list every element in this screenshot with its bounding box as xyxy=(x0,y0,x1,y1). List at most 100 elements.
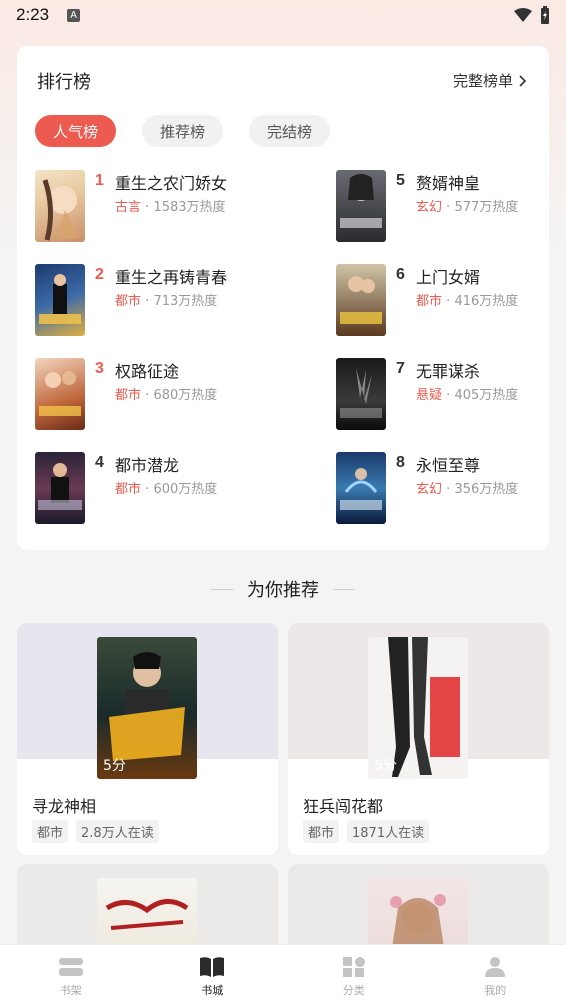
recommend-card[interactable]: 5分 寻龙神相 都市 2.8万人在读 xyxy=(17,623,278,855)
tab-recommended[interactable]: 推荐榜 xyxy=(142,115,224,147)
book-cover xyxy=(336,170,386,242)
rank-number: 2 xyxy=(95,266,104,283)
book-heat: 405万热度 xyxy=(454,388,519,403)
book-heat: 356万热度 xyxy=(454,482,519,497)
book-genre: 悬疑 xyxy=(416,388,443,403)
nav-label: 分类 xyxy=(342,983,365,997)
nav-profile[interactable]: 我的 xyxy=(425,945,566,1008)
book-meta: 都市 · 416万热度 xyxy=(416,290,518,309)
divider xyxy=(333,588,355,590)
ranking-item[interactable]: 1 重生之农门娇女 古言 · 1583万热度 xyxy=(35,170,265,242)
book-cover xyxy=(336,264,386,336)
status-icons xyxy=(514,6,550,24)
book-meta: 都市 · 600万热度 xyxy=(115,478,217,497)
ranking-item[interactable]: 3 权路征途 都市 · 680万热度 xyxy=(35,358,265,430)
status-time: 2:23 xyxy=(16,5,50,24)
book-title: 权路征途 xyxy=(115,362,180,381)
meta-separator: · xyxy=(145,200,150,215)
genre-tag: 都市 xyxy=(32,820,69,843)
recommend-card[interactable] xyxy=(17,864,278,954)
wifi-icon xyxy=(514,8,532,22)
book-title: 重生之再铸青春 xyxy=(115,268,228,287)
ranking-item[interactable]: 7 无罪谋杀 悬疑 · 405万热度 xyxy=(336,358,566,430)
book-score: 5分 xyxy=(103,758,126,774)
recommend-card[interactable]: 5分 狂兵闯花都 都市 1871人在读 xyxy=(288,623,549,855)
book-heat: 680万热度 xyxy=(153,388,218,403)
nav-label: 书架 xyxy=(59,983,82,997)
book-meta: 都市 · 680万热度 xyxy=(115,384,217,403)
recommend-card[interactable] xyxy=(288,864,549,954)
ranking-item[interactable]: 2 重生之再铸青春 都市 · 713万热度 xyxy=(35,264,265,336)
nav-bookshelf[interactable]: 书架 xyxy=(0,945,142,1008)
book-cover xyxy=(97,878,197,954)
book-genre: 古言 xyxy=(115,200,142,215)
recommend-title: 为你推荐 xyxy=(247,580,319,601)
rank-number: 1 xyxy=(95,172,104,189)
book-meta: 玄幻 · 577万热度 xyxy=(416,196,518,215)
book-title: 狂兵闯花都 xyxy=(303,797,384,816)
book-cover xyxy=(368,878,468,954)
book-cover xyxy=(35,452,85,524)
book-title: 赘婿神皇 xyxy=(416,174,481,193)
book-tags: 都市 2.8万人在读 xyxy=(32,820,159,843)
rank-number: 6 xyxy=(396,266,405,283)
book-tags: 都市 1871人在读 xyxy=(303,820,430,843)
full-ranking-label: 完整榜单 xyxy=(452,72,513,90)
ranking-card: 排行榜 完整榜单 人气榜 推荐榜 完结榜 1 重生之农门娇女 古言 · 1583… xyxy=(17,46,549,550)
tab-popular[interactable]: 人气榜 xyxy=(35,115,117,147)
book-meta: 玄幻 · 356万热度 xyxy=(416,478,518,497)
meta-separator: · xyxy=(145,388,150,403)
full-ranking-link[interactable]: 完整榜单 xyxy=(453,70,527,91)
category-grid-icon xyxy=(342,956,365,977)
book-meta: 都市 · 713万热度 xyxy=(115,290,217,309)
nav-bookstore[interactable]: 书城 xyxy=(142,945,284,1008)
rank-number: 7 xyxy=(396,360,405,377)
book-title: 都市潜龙 xyxy=(115,456,180,475)
book-open-icon xyxy=(200,956,225,977)
book-genre: 玄幻 xyxy=(416,200,443,215)
book-cover xyxy=(35,170,85,242)
readers-tag: 2.8万人在读 xyxy=(76,820,159,843)
tab-completed[interactable]: 完结榜 xyxy=(249,115,331,147)
bottom-navigation: 书架 书城 分类 我的 xyxy=(0,944,566,1008)
nav-label: 书城 xyxy=(201,983,224,997)
battery-icon xyxy=(541,6,549,24)
book-meta: 悬疑 · 405万热度 xyxy=(416,384,518,403)
book-cover xyxy=(336,358,386,430)
chevron-right-icon xyxy=(519,74,527,87)
book-cover: 5分 xyxy=(368,637,468,779)
book-heat: 713万热度 xyxy=(153,294,218,309)
status-bar: 2:23 A xyxy=(0,0,566,30)
nav-category[interactable]: 分类 xyxy=(283,945,425,1008)
book-genre: 都市 xyxy=(416,294,443,309)
rank-number: 3 xyxy=(95,360,104,377)
book-title: 寻龙神相 xyxy=(32,797,97,816)
book-meta: 古言 · 1583万热度 xyxy=(115,196,226,215)
book-heat: 1583万热度 xyxy=(153,200,226,215)
readers-tag: 1871人在读 xyxy=(347,820,430,843)
book-cover xyxy=(35,358,85,430)
book-title: 无罪谋杀 xyxy=(416,362,481,381)
ranking-item[interactable]: 4 都市潜龙 都市 · 600万热度 xyxy=(35,452,265,524)
ranking-item[interactable]: 8 永恒至尊 玄幻 · 356万热度 xyxy=(336,452,566,524)
meta-separator: · xyxy=(446,482,451,497)
ranking-item[interactable]: 6 上门女婿 都市 · 416万热度 xyxy=(336,264,566,336)
book-genre: 都市 xyxy=(115,388,142,403)
meta-separator: · xyxy=(446,294,451,309)
nav-label: 我的 xyxy=(484,983,507,997)
meta-separator: · xyxy=(145,482,150,497)
book-title: 上门女婿 xyxy=(416,268,481,287)
meta-separator: · xyxy=(446,200,451,215)
book-cover xyxy=(35,264,85,336)
rank-number: 8 xyxy=(396,454,405,471)
book-genre: 都市 xyxy=(115,482,142,497)
ranking-item[interactable]: 5 赘婿神皇 玄幻 · 577万热度 xyxy=(336,170,566,242)
ranking-tabs: 人气榜 推荐榜 完结榜 xyxy=(35,115,331,147)
book-genre: 玄幻 xyxy=(416,482,443,497)
book-score: 5分 xyxy=(374,758,397,774)
notification-badge: A xyxy=(67,8,81,22)
meta-separator: · xyxy=(446,388,451,403)
book-heat: 577万热度 xyxy=(454,200,519,215)
bookshelf-icon xyxy=(58,957,83,976)
book-heat: 600万热度 xyxy=(153,482,218,497)
